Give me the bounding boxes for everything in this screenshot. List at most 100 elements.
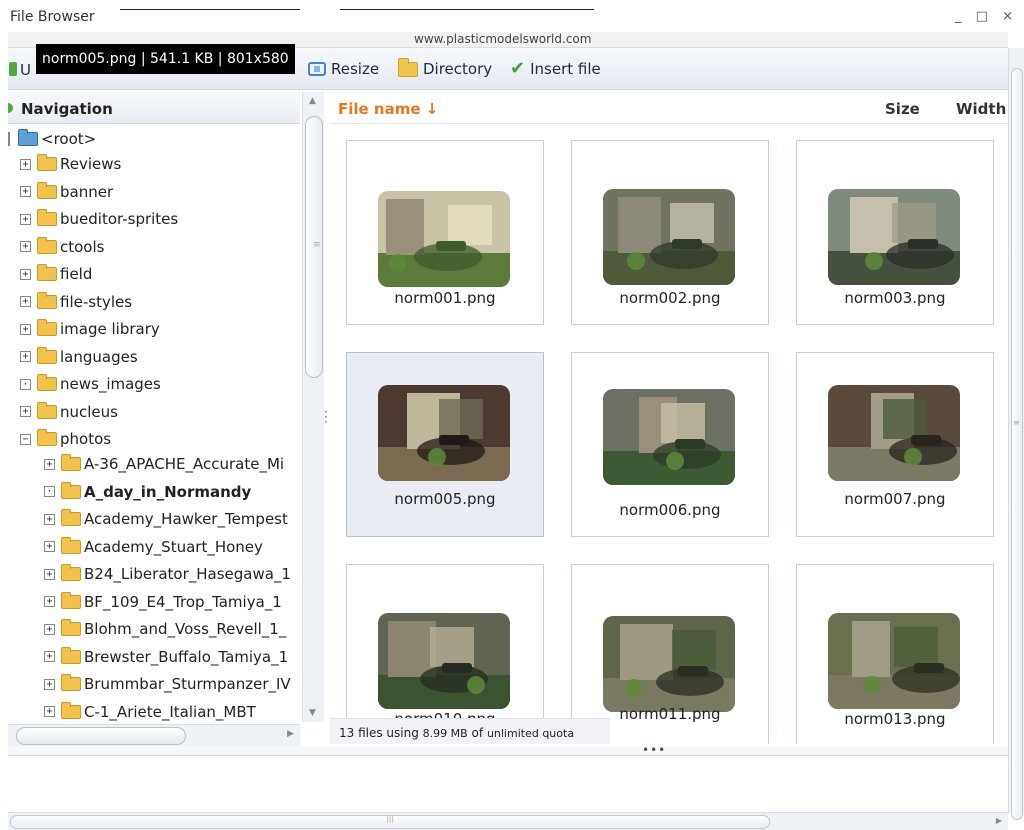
file-tile[interactable]: norm007.png bbox=[796, 352, 994, 537]
expand-icon[interactable]: + bbox=[20, 296, 31, 307]
grip-icon: ≡ bbox=[1013, 418, 1020, 427]
bottom-splitter[interactable]: ••• bbox=[8, 743, 1008, 757]
file-name: norm002.png bbox=[619, 289, 721, 307]
tree-folder[interactable]: + nucleus bbox=[20, 401, 118, 423]
tree-folder[interactable]: · news_images bbox=[20, 373, 161, 395]
page-hscrollbar[interactable]: ||| ▶ bbox=[8, 812, 1008, 830]
expand-icon[interactable]: + bbox=[20, 186, 31, 197]
thumbnail-image bbox=[378, 385, 510, 481]
expand-icon[interactable]: + bbox=[20, 351, 31, 362]
insert-file-label: Insert file bbox=[530, 60, 601, 78]
tree-folder[interactable]: + file-styles bbox=[20, 291, 132, 313]
navigation-hscrollbar[interactable]: ▶ bbox=[8, 724, 300, 746]
collapse-icon[interactable]: − bbox=[20, 433, 31, 445]
expand-icon[interactable]: + bbox=[44, 651, 55, 662]
file-thumbnail[interactable] bbox=[378, 385, 510, 481]
file-grid: norm001.png norm002.png norm003.png norm005… bbox=[330, 124, 1008, 744]
column-size[interactable]: Size bbox=[885, 100, 920, 118]
expand-icon[interactable]: · bbox=[44, 486, 55, 497]
file-tile[interactable]: norm002.png bbox=[571, 140, 769, 325]
navigation-scrollbar[interactable]: ▲ ≡ ▼ bbox=[302, 92, 324, 722]
tree-subfolder[interactable]: + Brewster_Buffalo_Tamiya_1 bbox=[44, 646, 288, 668]
folder-icon bbox=[37, 236, 57, 254]
tree-root[interactable]: <root> bbox=[8, 128, 96, 150]
file-tile[interactable]: norm013.png bbox=[796, 564, 994, 744]
page-scrollbar[interactable]: ≡ bbox=[1008, 48, 1024, 820]
grip-icon: ||| bbox=[386, 814, 395, 823]
expand-icon[interactable]: + bbox=[44, 513, 55, 525]
resize-icon bbox=[308, 62, 326, 76]
column-width[interactable]: Width bbox=[956, 100, 1006, 118]
tree-subfolder[interactable]: + Academy_Hawker_Tempest bbox=[44, 508, 288, 530]
folder-icon bbox=[61, 536, 81, 554]
expand-icon[interactable]: + bbox=[20, 241, 31, 252]
file-list-header: File name ↓ Size Width bbox=[330, 92, 1008, 124]
file-thumbnail[interactable] bbox=[378, 613, 510, 709]
tree-subfolder[interactable]: + Blohm_and_Voss_Revell_1_ bbox=[44, 618, 286, 640]
file-tile[interactable]: norm006.png bbox=[571, 352, 769, 537]
tree-folder[interactable]: + field bbox=[20, 263, 92, 285]
directory-button[interactable]: Directory bbox=[398, 57, 492, 80]
file-thumbnail[interactable] bbox=[603, 616, 735, 712]
expand-icon[interactable]: + bbox=[20, 406, 31, 417]
expand-icon[interactable]: + bbox=[20, 268, 31, 280]
tree-subfolder[interactable]: + Academy_Stuart_Honey bbox=[44, 536, 263, 558]
upload-icon[interactable] bbox=[9, 62, 17, 76]
file-tile[interactable]: norm010.png bbox=[346, 564, 544, 744]
tree-folder[interactable]: + image library bbox=[20, 318, 160, 340]
file-thumbnail[interactable] bbox=[603, 389, 735, 485]
folder-icon bbox=[37, 346, 57, 364]
splitter-grip-icon: ••• bbox=[642, 743, 667, 757]
expand-icon[interactable]: + bbox=[44, 623, 55, 635]
file-tile[interactable]: norm005.png bbox=[346, 352, 544, 537]
tree-label: Brewster_Buffalo_Tamiya_1 bbox=[84, 647, 289, 666]
expand-icon[interactable]: + bbox=[20, 158, 31, 170]
file-thumbnail[interactable] bbox=[603, 189, 735, 285]
tree-label: B24_Liberator_Hasegawa_1 bbox=[84, 565, 291, 583]
resize-button[interactable]: Resize bbox=[308, 58, 379, 80]
file-thumbnail[interactable] bbox=[378, 191, 510, 287]
folder-icon bbox=[37, 429, 57, 446]
expand-icon[interactable]: + bbox=[44, 678, 55, 690]
window-controls[interactable]: _ □ × bbox=[955, 9, 1018, 24]
tree-subfolder[interactable]: + C-1_Ariete_Italian_MBT bbox=[44, 701, 256, 723]
tree-folder[interactable]: + banner bbox=[20, 181, 113, 203]
scroll-right-icon[interactable]: ▶ bbox=[996, 816, 1002, 825]
tree-folder[interactable]: + languages bbox=[20, 346, 138, 368]
upload-button[interactable]: U bbox=[20, 61, 31, 79]
tree-folder[interactable]: + Reviews bbox=[20, 153, 121, 175]
file-tile[interactable]: norm001.png bbox=[346, 140, 544, 325]
file-thumbnail[interactable] bbox=[828, 189, 960, 285]
thumbnail-image bbox=[828, 189, 960, 285]
tree-subfolder[interactable]: + Brummbar_Sturmpanzer_IV bbox=[44, 673, 291, 695]
tree-subfolder[interactable]: + A-36_APACHE_Accurate_Mi bbox=[44, 453, 284, 475]
thumbnail-image bbox=[828, 613, 960, 709]
expand-icon[interactable]: · bbox=[20, 378, 31, 390]
scroll-down-icon[interactable]: ▼ bbox=[309, 708, 316, 718]
tree-folder[interactable]: + ctools bbox=[20, 236, 104, 258]
tree-subfolder[interactable]: · A_day_in_Normandy bbox=[44, 481, 251, 503]
expand-icon[interactable]: + bbox=[44, 458, 55, 470]
file-tile[interactable]: norm011.png bbox=[571, 564, 769, 744]
tree-subfolder[interactable]: + B24_Liberator_Hasegawa_1 bbox=[44, 563, 291, 585]
tree-subfolder[interactable]: + BF_109_E4_Trop_Tamiya_1 bbox=[44, 591, 282, 613]
expand-icon[interactable]: + bbox=[44, 596, 55, 607]
file-tile[interactable]: norm003.png bbox=[796, 140, 994, 325]
scrollbar-thumb[interactable] bbox=[16, 727, 186, 745]
expand-icon[interactable]: + bbox=[44, 706, 55, 717]
file-thumbnail[interactable] bbox=[828, 385, 960, 481]
file-thumbnail[interactable] bbox=[828, 613, 960, 709]
scroll-right-icon[interactable]: ▶ bbox=[287, 729, 294, 739]
tree-folder[interactable]: − photos bbox=[20, 428, 111, 450]
scroll-up-icon[interactable]: ▲ bbox=[309, 96, 316, 106]
column-file-name[interactable]: File name ↓ bbox=[338, 100, 438, 118]
expand-icon[interactable]: + bbox=[20, 323, 31, 335]
tree-folder[interactable]: + bueditor-sprites bbox=[20, 208, 178, 230]
expand-icon[interactable]: + bbox=[44, 541, 55, 552]
tree-label: news_images bbox=[60, 375, 161, 393]
scrollbar-thumb[interactable] bbox=[1011, 68, 1023, 820]
insert-file-button[interactable]: ✔ Insert file bbox=[510, 58, 601, 80]
expand-icon[interactable]: + bbox=[44, 568, 55, 580]
expand-icon[interactable]: + bbox=[20, 213, 31, 225]
tree-label: image library bbox=[60, 320, 160, 338]
